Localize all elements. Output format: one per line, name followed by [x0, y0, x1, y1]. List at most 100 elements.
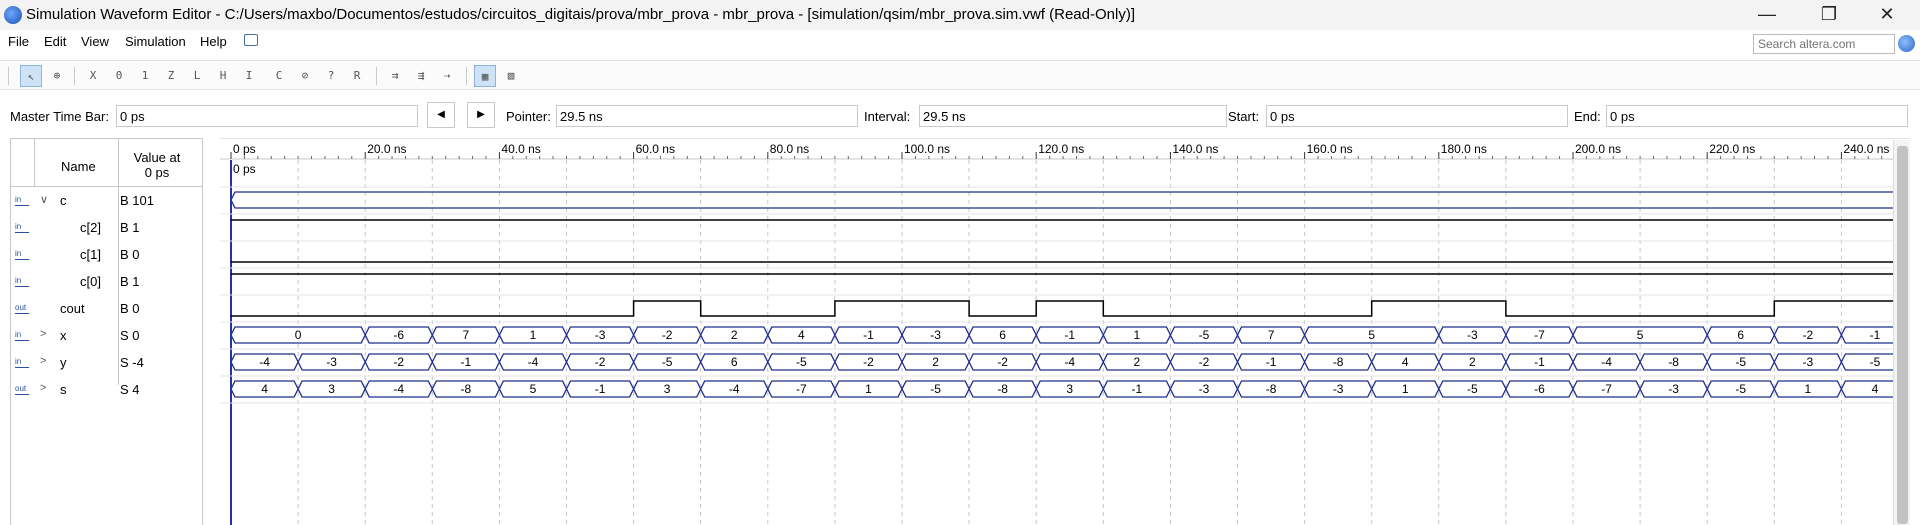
- arbitrary-value-icon[interactable]: ?: [320, 65, 342, 87]
- input-bus-icon: in: [15, 329, 29, 341]
- bus-x-value-label: 1: [1134, 328, 1141, 342]
- bus-s-value-label: 1: [865, 382, 872, 396]
- waveform-canvas[interactable]: 0 ps 20.0 ns 40.0 ns 60.0 ns 80.0 ns 100.0 ns…: [210, 138, 1920, 525]
- time-tick-label: 200.0 ns: [1575, 142, 1621, 156]
- signal-row-x[interactable]: in > x S 0: [10, 322, 203, 349]
- restore-button[interactable]: ❐: [1806, 0, 1852, 30]
- bus-s-value-label: 4: [1872, 382, 1879, 396]
- bus-s-value-label: -8: [1266, 382, 1277, 396]
- signal-name: c[0]: [80, 274, 101, 289]
- bus-x-value-label: -2: [1803, 328, 1814, 342]
- force-high-impedance-icon[interactable]: Z: [160, 65, 182, 87]
- bus-s-value-label: -3: [1668, 382, 1679, 396]
- bus-y-value-label: -5: [1870, 355, 1881, 369]
- signal-value: B 0: [120, 247, 140, 262]
- bus-y-value-label: -4: [259, 355, 270, 369]
- bus-y-value-label: -8: [1333, 355, 1344, 369]
- bus-y-value-label: -4: [528, 355, 539, 369]
- pointer-field: 29.5 ns: [556, 105, 858, 127]
- title-bar: Simulation Waveform Editor - C:/Users/ma…: [0, 0, 1920, 30]
- output-bus-icon: out: [15, 383, 29, 395]
- force-unknown-icon[interactable]: X: [82, 65, 104, 87]
- bus-y-value-label: 6: [731, 355, 738, 369]
- bus-s-value-label: -8: [461, 382, 472, 396]
- bus-s-value-label: 3: [328, 382, 335, 396]
- bus-s-value-label: -6: [1534, 382, 1545, 396]
- scrollbar-thumb[interactable]: [1897, 146, 1908, 524]
- value-column-header: Value at 0 ps: [126, 150, 188, 180]
- bus-s-value-label: 4: [261, 382, 268, 396]
- selection-tool-icon[interactable]: ↖: [20, 65, 42, 87]
- search-input[interactable]: [1753, 34, 1895, 54]
- signal-row-c1[interactable]: in c[1] B 0: [10, 241, 203, 268]
- vertical-scrollbar[interactable]: [1893, 140, 1910, 525]
- expand-icon[interactable]: >: [40, 328, 46, 340]
- invert-icon[interactable]: I: [238, 65, 260, 87]
- bus-x-value-label: -3: [595, 328, 606, 342]
- time-tick-label: 120.0 ns: [1038, 142, 1084, 156]
- signal-value: B 1: [120, 220, 140, 235]
- interval-field: 29.5 ns: [919, 105, 1227, 127]
- signal-value: B 1: [120, 274, 140, 289]
- toolbar-separator: [376, 67, 377, 85]
- bus-x-value-label: 2: [731, 328, 738, 342]
- signal-name: s: [60, 382, 67, 397]
- next-transition-button[interactable]: ▶: [467, 102, 495, 128]
- count-value-icon[interactable]: C: [268, 65, 290, 87]
- snap-to-grid-icon[interactable]: ▦: [474, 65, 496, 87]
- bus-y-value-label: -5: [1735, 355, 1746, 369]
- timing-simulation-icon[interactable]: ⇶: [410, 65, 432, 87]
- collapse-icon[interactable]: ∨: [40, 193, 48, 206]
- signal-value: S -4: [120, 355, 144, 370]
- signal-row-c2[interactable]: in c[2] B 1: [10, 214, 203, 241]
- signal-row-cout[interactable]: out cout B 0: [10, 295, 203, 322]
- close-button[interactable]: ✕: [1864, 0, 1910, 30]
- bus-y-value-label: -2: [863, 355, 874, 369]
- minimize-button[interactable]: —: [1744, 0, 1790, 30]
- force-weak-low-icon[interactable]: L: [186, 65, 208, 87]
- functional-simulation-icon[interactable]: ⇉: [384, 65, 406, 87]
- bus-x-value-label: 1: [530, 328, 537, 342]
- menu-simulation[interactable]: Simulation: [125, 34, 186, 49]
- bus-y-value-label: 4: [1402, 355, 1409, 369]
- time-tick-label: 180.0 ns: [1441, 142, 1487, 156]
- force-weak-high-icon[interactable]: H: [212, 65, 234, 87]
- bus-y-value-label: -8: [1668, 355, 1679, 369]
- feedback-icon[interactable]: [244, 34, 258, 46]
- bus-x-value-label: -5: [1199, 328, 1210, 342]
- value-header-line-1: Value at: [133, 150, 181, 165]
- master-time-bar-field[interactable]: 0 ps: [116, 105, 418, 127]
- master-time-bar-label: Master Time Bar:: [10, 109, 109, 124]
- previous-transition-button[interactable]: ◀: [427, 102, 455, 128]
- bus-x-value-label: 0: [295, 328, 302, 342]
- expand-icon[interactable]: >: [40, 355, 46, 367]
- menu-view[interactable]: View: [81, 34, 109, 49]
- time-tick-label: 160.0 ns: [1307, 142, 1353, 156]
- grid-settings-icon[interactable]: ▧: [500, 65, 522, 87]
- signal-row-s[interactable]: out > s S 4: [10, 376, 203, 403]
- expand-icon[interactable]: >: [40, 382, 46, 394]
- value-header-line-2: 0 ps: [144, 165, 170, 180]
- globe-icon[interactable]: [1898, 35, 1915, 52]
- menu-help[interactable]: Help: [200, 34, 227, 49]
- signal-row-c0[interactable]: in c[0] B 1: [10, 268, 203, 295]
- overwrite-clock-icon[interactable]: ⊘: [294, 65, 316, 87]
- menu-file[interactable]: File: [8, 34, 29, 49]
- bus-s-value-label: 3: [664, 382, 671, 396]
- random-values-icon[interactable]: R: [346, 65, 368, 87]
- force-low-icon[interactable]: 0: [108, 65, 130, 87]
- signal-value: B 0: [120, 301, 140, 316]
- force-high-icon[interactable]: 1: [134, 65, 156, 87]
- bus-x-value-label: -1: [1064, 328, 1075, 342]
- bus-s-value-label: -7: [796, 382, 807, 396]
- input-bus-icon: in: [15, 356, 29, 368]
- signal-row-c[interactable]: in ∨ c B 101: [10, 187, 203, 214]
- signal-row-y[interactable]: in > y S -4: [10, 349, 203, 376]
- bus-y-value-label: -2: [997, 355, 1008, 369]
- bus-y-value-label: -4: [1601, 355, 1612, 369]
- menu-edit[interactable]: Edit: [44, 34, 66, 49]
- bus-y-value-label: -5: [796, 355, 807, 369]
- generate-netlist-icon[interactable]: ⇢: [436, 65, 458, 87]
- zoom-tool-icon[interactable]: ⊕: [46, 65, 68, 87]
- bus-s-value-label: -4: [729, 382, 740, 396]
